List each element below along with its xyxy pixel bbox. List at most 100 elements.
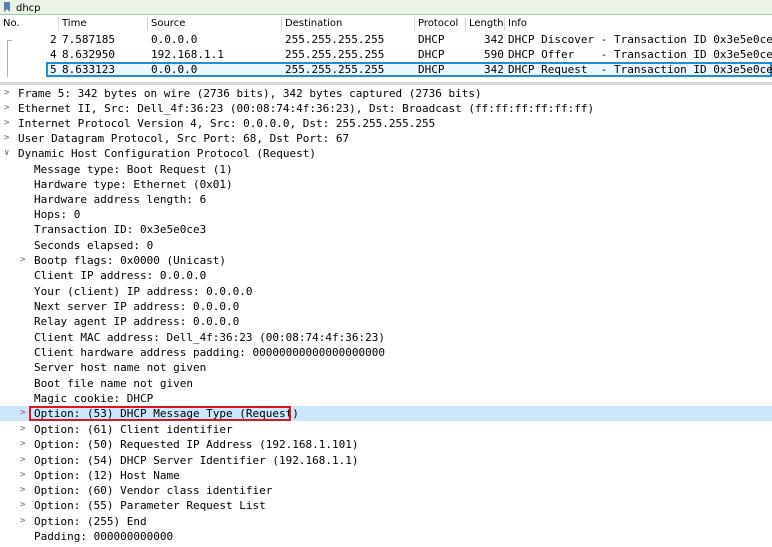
dhcp-option-55[interactable]: > Option: (55) Parameter Request List [0, 498, 772, 513]
packet-length: 342 [484, 63, 504, 76]
expand-arrow-icon[interactable]: > [4, 86, 14, 101]
dhcp-field[interactable]: Magic cookie: DHCP [0, 391, 772, 406]
collapse-arrow-icon[interactable]: ∨ [4, 146, 14, 161]
col-header-no[interactable]: No. [3, 18, 20, 29]
col-header-length[interactable]: Length [469, 18, 504, 29]
dhcp-option-50[interactable]: > Option: (50) Requested IP Address (192… [0, 437, 772, 452]
expand-arrow-icon[interactable]: > [20, 437, 30, 452]
packet-destination: 255.255.255.255 [285, 33, 385, 46]
packet-destination: 255.255.255.255 [285, 63, 385, 76]
packet-time: 8.633123 [62, 63, 115, 76]
dhcp-field[interactable]: Client hardware address padding: 0000000… [0, 345, 772, 360]
packet-no: 5 [50, 63, 57, 76]
packet-info: DHCP Discover - Transaction ID 0x3e5e0ce… [508, 33, 772, 46]
packet-row[interactable]: 2 7.587185 0.0.0.0 255.255.255.255 DHCP … [0, 32, 772, 47]
dhcp-field[interactable]: Your (client) IP address: 0.0.0.0 [0, 284, 772, 299]
dhcp-field[interactable]: Seconds elapsed: 0 [0, 238, 772, 253]
packet-no: 2 [50, 33, 57, 46]
expand-arrow-icon[interactable]: > [20, 453, 30, 468]
tree-item-udp[interactable]: > User Datagram Protocol, Src Port: 68, … [0, 131, 772, 146]
dhcp-field[interactable]: Hardware type: Ethernet (0x01) [0, 177, 772, 192]
field-label: Boot file name not given [34, 377, 193, 390]
expand-arrow-icon[interactable]: > [4, 101, 14, 116]
field-label: Option: (60) Vendor class identifier [34, 484, 273, 497]
packet-protocol: DHCP [418, 48, 445, 61]
field-label: Option: (12) Host Name [34, 469, 180, 482]
packet-row-selected[interactable]: 5 8.633123 0.0.0.0 255.255.255.255 DHCP … [46, 62, 772, 77]
field-label: Hardware address length: 6 [34, 193, 207, 206]
dhcp-field[interactable]: Message type: Boot Request (1) [0, 162, 772, 177]
annotation-highlight-box [29, 406, 291, 421]
packet-source: 192.168.1.1 [151, 48, 224, 61]
packet-info: DHCP Offer - Transaction ID 0x3e5e0ce3 [508, 48, 772, 61]
tree-item-frame[interactable]: > Frame 5: 342 bytes on wire (2736 bits)… [0, 86, 772, 101]
dhcp-field-bootp-flags[interactable]: > Bootp flags: 0x0000 (Unicast) [0, 253, 772, 268]
field-label: Hops: 0 [34, 208, 81, 221]
dhcp-option-255[interactable]: > Option: (255) End [0, 514, 772, 529]
packet-row[interactable]: 4 8.632950 192.168.1.1 255.255.255.255 D… [0, 47, 772, 62]
packet-list-header: No. Time Source Destination Protocol Len… [0, 15, 772, 32]
tree-item-label: User Datagram Protocol, Src Port: 68, Ds… [18, 132, 350, 145]
col-header-protocol[interactable]: Protocol [418, 18, 458, 29]
packet-source: 0.0.0.0 [151, 33, 198, 46]
field-label: Server host name not given [34, 361, 207, 374]
field-label: Option: (54) DHCP Server Identifier (192… [34, 454, 359, 467]
packet-info: DHCP Request - Transaction ID 0x3e5e0ce3 [508, 63, 772, 76]
dhcp-field[interactable]: Client IP address: 0.0.0.0 [0, 268, 772, 283]
expand-arrow-icon[interactable]: > [4, 116, 14, 131]
expand-arrow-icon[interactable]: > [4, 131, 14, 146]
expand-arrow-icon[interactable]: > [20, 483, 30, 498]
field-label: Option: (50) Requested IP Address (192.1… [34, 438, 359, 451]
dhcp-option-61[interactable]: > Option: (61) Client identifier [0, 422, 772, 437]
field-label: Bootp flags: 0x0000 (Unicast) [34, 254, 227, 267]
field-label: Message type: Boot Request (1) [34, 163, 233, 176]
field-label: Option: (255) End [34, 515, 147, 528]
display-filter-bar[interactable] [0, 0, 772, 16]
pane-splitter[interactable] [0, 82, 772, 85]
field-label: Relay agent IP address: 0.0.0.0 [34, 315, 240, 328]
tree-item-ethernet[interactable]: > Ethernet II, Src: Dell_4f:36:23 (00:08… [0, 101, 772, 116]
bookmark-icon[interactable] [3, 2, 11, 12]
dhcp-field[interactable]: Client MAC address: Dell_4f:36:23 (00:08… [0, 330, 772, 345]
dhcp-field[interactable]: Relay agent IP address: 0.0.0.0 [0, 314, 772, 329]
packet-destination: 255.255.255.255 [285, 48, 385, 61]
expand-arrow-icon[interactable]: > [20, 498, 30, 513]
packet-time: 7.587185 [62, 33, 115, 46]
dhcp-option-60[interactable]: > Option: (60) Vendor class identifier [0, 483, 772, 498]
field-label: Magic cookie: DHCP [34, 392, 154, 405]
tree-item-ipv4[interactable]: > Internet Protocol Version 4, Src: 0.0.… [0, 116, 772, 131]
field-label: Next server IP address: 0.0.0.0 [34, 300, 240, 313]
dhcp-field[interactable]: Server host name not given [0, 360, 772, 375]
tree-item-label: Ethernet II, Src: Dell_4f:36:23 (00:08:7… [18, 102, 595, 115]
dhcp-field[interactable]: Boot file name not given [0, 376, 772, 391]
expand-arrow-icon[interactable]: > [20, 253, 30, 268]
packet-source: 0.0.0.0 [151, 63, 198, 76]
tree-item-dhcp[interactable]: ∨ Dynamic Host Configuration Protocol (R… [0, 146, 772, 161]
packet-length: 342 [484, 33, 504, 46]
field-label: Client IP address: 0.0.0.0 [34, 269, 207, 282]
dhcp-field[interactable]: Hops: 0 [0, 207, 772, 222]
dhcp-field[interactable]: Next server IP address: 0.0.0.0 [0, 299, 772, 314]
dhcp-field[interactable]: Transaction ID: 0x3e5e0ce3 [0, 222, 772, 237]
field-label: Client MAC address: Dell_4f:36:23 (00:08… [34, 331, 385, 344]
field-label: Transaction ID: 0x3e5e0ce3 [34, 223, 207, 236]
packet-protocol: DHCP [418, 33, 445, 46]
col-header-time[interactable]: Time [62, 18, 86, 29]
col-header-source[interactable]: Source [151, 18, 185, 29]
packet-length: 590 [484, 48, 504, 61]
dhcp-option-12[interactable]: > Option: (12) Host Name [0, 468, 772, 483]
expand-arrow-icon[interactable]: > [20, 422, 30, 437]
tree-item-label: Frame 5: 342 bytes on wire (2736 bits), … [18, 87, 482, 100]
col-header-info[interactable]: Info [508, 18, 527, 29]
display-filter-input[interactable] [14, 1, 218, 16]
tree-item-label: Internet Protocol Version 4, Src: 0.0.0.… [18, 117, 436, 130]
dhcp-field[interactable]: Hardware address length: 6 [0, 192, 772, 207]
dhcp-option-54[interactable]: > Option: (54) DHCP Server Identifier (1… [0, 453, 772, 468]
expand-arrow-icon[interactable]: > [20, 514, 30, 529]
expand-arrow-icon[interactable]: > [20, 468, 30, 483]
field-label: Hardware type: Ethernet (0x01) [34, 178, 233, 191]
field-label: Client hardware address padding: 0000000… [34, 346, 385, 359]
dhcp-field-padding[interactable]: Padding: 000000000000 [0, 529, 772, 544]
col-header-destination[interactable]: Destination [285, 18, 342, 29]
packet-protocol: DHCP [418, 63, 445, 76]
